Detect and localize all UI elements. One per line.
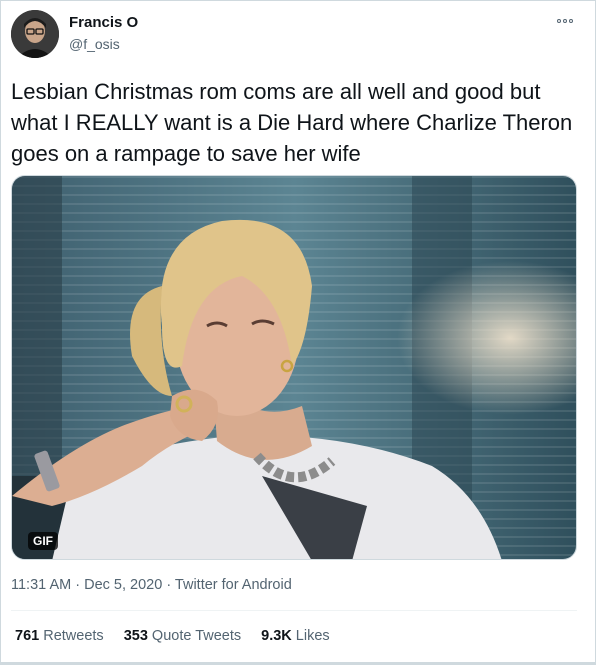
- quote-tweets-count: 353: [123, 628, 148, 644]
- author-name[interactable]: Francis O: [69, 14, 138, 31]
- retweets-stat[interactable]: 761 Retweets: [15, 628, 104, 644]
- quote-tweets-label: Quote Tweets: [151, 628, 242, 644]
- quote-tweets-stat[interactable]: 353 Quote Tweets: [124, 628, 241, 644]
- more-horizontal-icon[interactable]: [557, 14, 579, 28]
- divider: [11, 610, 577, 611]
- author-handle[interactable]: @f_osis: [69, 36, 120, 52]
- retweets-count: 761: [15, 628, 40, 644]
- tweet-text: Lesbian Christmas rom coms are all well …: [11, 79, 573, 166]
- tweet-time[interactable]: 11:31 AM: [11, 577, 71, 593]
- avatar[interactable]: [11, 10, 59, 58]
- retweets-label: Retweets: [43, 628, 104, 644]
- tweet-date[interactable]: Dec 5, 2020: [84, 577, 162, 593]
- gif-badge: GIF: [28, 532, 58, 550]
- tweet-media-gif[interactable]: GIF: [11, 175, 577, 560]
- tweet-meta: 11:31 AM · Dec 5, 2020 · Twitter for And…: [11, 577, 292, 593]
- meta-separator-2: ·: [162, 577, 175, 593]
- meta-separator: ·: [71, 577, 85, 593]
- tweet-source[interactable]: Twitter for Android: [175, 577, 292, 593]
- likes-count: 9.3K: [261, 628, 292, 644]
- tweet-stats: 761 Retweets 353 Quote Tweets 9.3K Likes: [15, 628, 330, 644]
- likes-stat[interactable]: 9.3K Likes: [261, 628, 330, 644]
- gif-frame: [12, 176, 576, 559]
- likes-label: Likes: [295, 628, 330, 644]
